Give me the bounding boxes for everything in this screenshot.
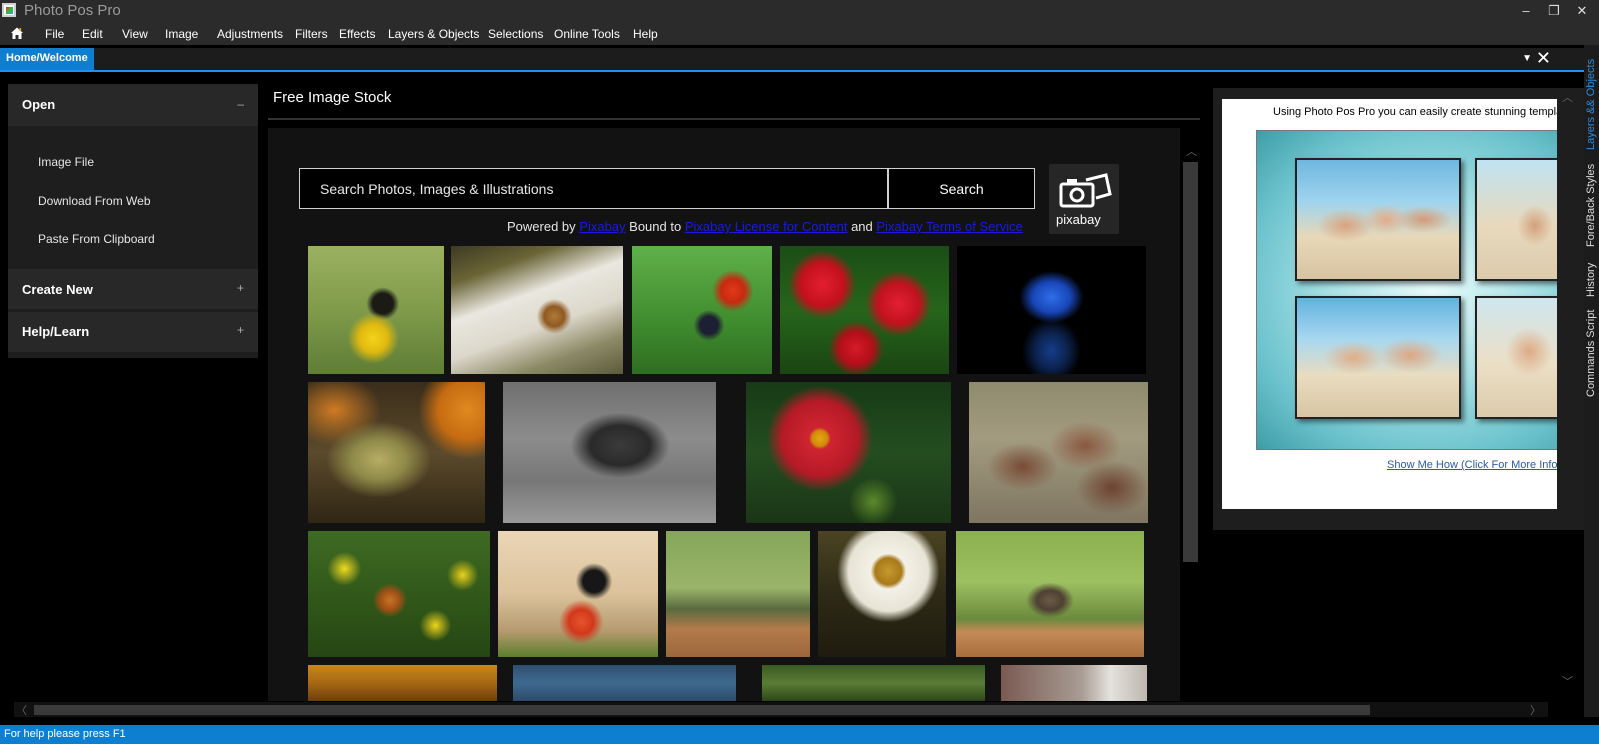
menu-edit[interactable]: Edit — [82, 27, 103, 41]
image-search-input[interactable] — [299, 168, 888, 209]
menu-effects[interactable]: Effects — [339, 27, 375, 41]
promo-scroll-up-icon[interactable]: ︿ — [1562, 89, 1573, 105]
thumbnail-red-flowers[interactable] — [780, 246, 949, 374]
thumbnail-butterfly-zinnia[interactable] — [498, 531, 658, 657]
expand-icon[interactable]: + — [237, 281, 244, 295]
promo-content: Using Photo Pos Pro you can easily creat… — [1222, 99, 1557, 509]
thumbnail-pumpkins[interactable] — [308, 382, 485, 523]
thumbnail-chickens[interactable] — [969, 382, 1148, 523]
menu-layers-objects[interactable]: Layers & Objects — [388, 27, 479, 41]
menu-filters[interactable]: Filters — [295, 27, 328, 41]
tab-home-welcome[interactable]: Home/Welcome — [0, 48, 94, 70]
document-tab-strip: Home/Welcome ▼ ✕ — [0, 48, 1584, 72]
open-image-file-link[interactable]: Image File — [38, 155, 94, 169]
bound-to-label: Bound to — [629, 219, 682, 234]
restore-button[interactable]: ❐ — [1543, 2, 1565, 20]
thumbnail-water[interactable] — [513, 665, 736, 701]
title-bar: Photo Pos Pro – ❐ ✕ — [0, 0, 1599, 22]
status-text: For help please press F1 — [4, 728, 126, 740]
menu-image[interactable]: Image — [165, 27, 198, 41]
tab-list-dropdown-icon[interactable]: ▼ — [1522, 53, 1532, 64]
section-divider — [268, 118, 1200, 120]
stock-scroll-thumb[interactable] — [1183, 162, 1198, 562]
side-panel-tabs: Layers && Objects Fore/Back Styles Histo… — [1584, 45, 1599, 717]
create-new-title: Create New — [22, 282, 93, 297]
pixabay-logo[interactable]: pixabay — [1049, 164, 1119, 234]
thumbnail-butterfly-yellow-flowers[interactable] — [308, 246, 444, 374]
promo-text: Using Photo Pos Pro you can easily creat… — [1273, 106, 1557, 118]
help-learn-title: Help/Learn — [22, 324, 90, 339]
show-me-how-link[interactable]: Show Me How (Click For More Info) — [1387, 459, 1557, 471]
menu-view[interactable]: View — [122, 27, 148, 41]
thumbnail-red-dahlia[interactable] — [746, 382, 951, 523]
menu-file[interactable]: File — [45, 27, 64, 41]
thumbnail-butterfly-yellow-flowers-2[interactable] — [308, 531, 490, 657]
preview-photo-kids — [1295, 296, 1461, 419]
home-icon[interactable] — [10, 26, 24, 40]
preview-photo-boys — [1475, 296, 1557, 419]
template-preview-image[interactable] — [1256, 130, 1557, 450]
expand-icon[interactable]: + — [237, 323, 244, 337]
thumbnail-white-coneflower[interactable] — [818, 531, 946, 657]
thumbnail-blue-rose[interactable] — [957, 246, 1146, 374]
section-title: Free Image Stock — [273, 89, 392, 106]
menu-online-tools[interactable]: Online Tools — [554, 27, 620, 41]
side-tab-commands-script[interactable]: Commands Script — [1585, 310, 1597, 397]
preview-photo-beach — [1475, 158, 1557, 281]
side-tab-history[interactable]: History — [1585, 263, 1597, 297]
pixabay-license-link[interactable]: Pixabay License for Content — [685, 219, 848, 234]
pixabay-link[interactable]: Pixabay — [579, 219, 625, 234]
thumbnail-cat-sitting-on-fence[interactable] — [956, 531, 1144, 657]
preview-photo-family — [1295, 158, 1461, 281]
panel-scroll-down-icon[interactable]: ﹀ — [1562, 673, 1573, 689]
help-learn-section-header[interactable]: Help/Learn + — [8, 312, 258, 352]
scroll-up-icon[interactable]: ︿ — [1186, 143, 1197, 159]
app-logo-icon — [2, 3, 16, 17]
thumbnail-cowboy-boot[interactable] — [503, 382, 716, 523]
menu-selections[interactable]: Selections — [488, 27, 543, 41]
scroll-right-icon[interactable]: 〉 — [1530, 702, 1541, 718]
pixabay-logo-text: pixabay — [1056, 212, 1101, 227]
powered-by-label: Powered by — [507, 219, 576, 234]
search-button[interactable]: Search — [888, 168, 1035, 209]
thumbnail-butterfly-red-flower[interactable] — [632, 246, 772, 374]
thumbnail-moss[interactable] — [762, 665, 985, 701]
welcome-left-panel: Open – Image File Download From Web Past… — [8, 84, 258, 358]
collapse-icon[interactable]: – — [237, 97, 244, 111]
tab-close-icon[interactable]: ✕ — [1536, 49, 1551, 67]
menu-bar: File Edit View Image Adjustments Filters… — [0, 22, 1599, 45]
side-tab-layers-objects[interactable]: Layers && Objects — [1585, 59, 1597, 150]
and-label: and — [851, 219, 873, 234]
powered-by-line: Powered by Pixabay Bound to Pixabay Lice… — [507, 219, 1023, 234]
thumbnail-autumn-trees[interactable] — [308, 665, 497, 701]
thumbnail-squirrel-on-branch[interactable] — [451, 246, 623, 374]
thumbnail-cat-on-fence[interactable] — [666, 531, 810, 657]
open-section-title: Open — [22, 97, 56, 112]
menu-adjustments[interactable]: Adjustments — [217, 27, 283, 41]
close-window-button[interactable]: ✕ — [1571, 2, 1593, 20]
horizontal-scroll-thumb[interactable] — [34, 705, 1370, 715]
pixabay-terms-link[interactable]: Pixabay Terms of Service — [876, 219, 1022, 234]
download-from-web-link[interactable]: Download From Web — [38, 194, 151, 208]
paste-from-clipboard-link[interactable]: Paste From Clipboard — [38, 232, 155, 246]
menu-help[interactable]: Help — [633, 27, 658, 41]
thumbnail-dog[interactable] — [1001, 665, 1147, 701]
create-new-section-header[interactable]: Create New + — [8, 269, 258, 309]
camera-icon — [1059, 173, 1112, 208]
scroll-left-icon[interactable]: 〈 — [16, 702, 27, 718]
open-section-header[interactable]: Open – — [8, 84, 258, 126]
side-tab-fore-back-styles[interactable]: Fore/Back Styles — [1585, 164, 1597, 247]
status-bar: For help please press F1 — [0, 725, 1599, 744]
app-title: Photo Pos Pro — [24, 2, 121, 19]
minimize-button[interactable]: – — [1515, 2, 1537, 20]
